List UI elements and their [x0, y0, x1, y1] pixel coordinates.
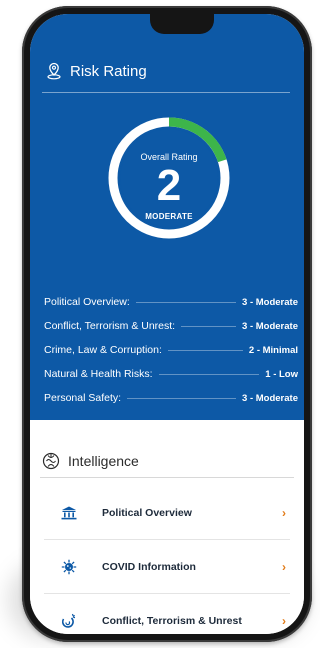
rating-leader-line [127, 397, 237, 399]
risk-ratings-list: Political Overview: 3 - Moderate Conflic… [44, 290, 298, 410]
intelligence-divider [40, 477, 294, 478]
notch [150, 14, 214, 34]
rating-row-crime: Crime, Law & Corruption: 2 - Minimal [44, 338, 298, 362]
rating-label: Conflict, Terrorism & Unrest: [44, 320, 176, 332]
location-pin-icon [47, 62, 61, 80]
rating-leader-line [167, 349, 243, 351]
intel-item-covid-information[interactable]: COVID Information › [44, 540, 290, 594]
chevron-right-icon: › [282, 613, 286, 628]
rating-leader-line [158, 373, 260, 375]
rating-label: Natural & Health Risks: [44, 368, 153, 380]
rating-value: 3 - Moderate [242, 320, 298, 332]
chevron-right-icon: › [282, 505, 286, 520]
rating-value: 1 - Low [265, 368, 298, 380]
phone-frame: Risk Rating Overall Rating 2 MODERATE Po… [22, 6, 312, 642]
intel-item-conflict-terrorism-unrest[interactable]: Conflict, Terrorism & Unrest › [44, 594, 290, 634]
rating-label: Personal Safety: [44, 392, 122, 404]
rating-value: 3 - Moderate [242, 392, 298, 404]
rating-row-natural-health: Natural & Health Risks: 1 - Low [44, 362, 298, 386]
rating-row-conflict: Conflict, Terrorism & Unrest: 3 - Modera… [44, 314, 298, 338]
risk-rating-header: Risk Rating [46, 62, 147, 80]
intelligence-title: Intelligence [68, 453, 139, 469]
rating-value: 3 - Moderate [242, 296, 298, 308]
risk-rating-panel: Risk Rating Overall Rating 2 MODERATE Po… [30, 14, 304, 420]
phone-screen: Risk Rating Overall Rating 2 MODERATE Po… [30, 14, 304, 634]
rating-leader-line [181, 325, 237, 327]
intel-item-label: Conflict, Terrorism & Unrest [102, 614, 242, 627]
overall-rating-level: MODERATE [145, 212, 193, 221]
overall-rating-value: 2 [156, 161, 182, 210]
intel-item-political-overview[interactable]: Political Overview › [44, 486, 290, 540]
rating-value: 2 - Minimal [248, 344, 298, 356]
virus-icon [58, 556, 80, 578]
explosion-icon [58, 610, 80, 632]
risk-rating-title: Risk Rating [70, 62, 147, 80]
chevron-right-icon: › [282, 559, 286, 574]
rating-label: Political Overview: [44, 296, 130, 308]
intelligence-header: Intelligence [42, 452, 139, 470]
overall-rating-gauge: Overall Rating 2 MODERATE [105, 114, 233, 242]
rating-leader-line [135, 301, 237, 303]
brain-icon [42, 452, 60, 470]
rating-label: Crime, Law & Corruption: [44, 344, 162, 356]
government-building-icon [58, 502, 80, 524]
header-divider [42, 92, 290, 93]
intel-item-label: COVID Information [102, 560, 196, 573]
intelligence-panel: Intelligence Political Overview › COVID … [30, 420, 304, 634]
intel-item-label: Political Overview [102, 506, 192, 519]
rating-row-political: Political Overview: 3 - Moderate [44, 290, 298, 314]
rating-row-personal-safety: Personal Safety: 3 - Moderate [44, 386, 298, 410]
